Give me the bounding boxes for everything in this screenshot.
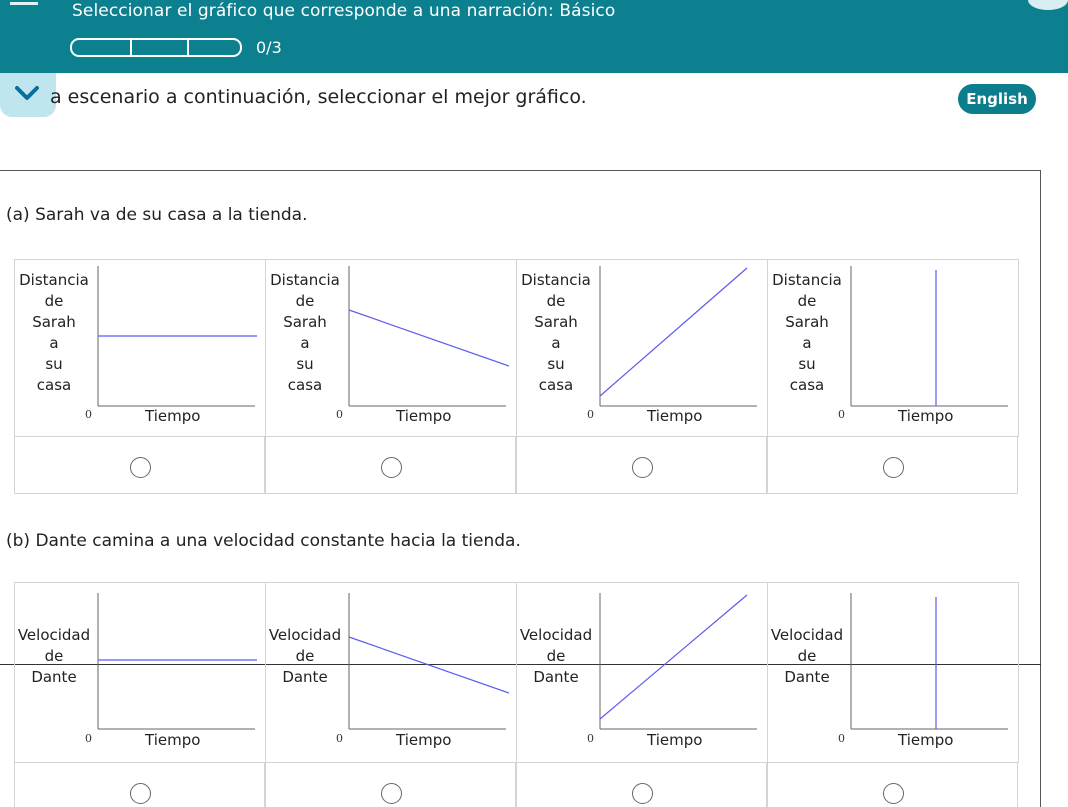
graph-line-increasing <box>599 594 748 720</box>
question-b-graph-options: Velocidad de Dante 0 Tiempo Velocidad de Dante 0… <box>14 582 1068 763</box>
radio-cell-a-4 <box>767 436 1018 494</box>
x-axis-label: Tiempo <box>145 731 201 749</box>
x-axis-label: Tiempo <box>396 407 452 425</box>
origin-label: 0 <box>838 732 845 745</box>
graph-option-a-1[interactable]: Distancia de Sarah a su casa 0 Tiempo <box>14 259 266 437</box>
radio-option-b-1[interactable] <box>130 783 151 804</box>
top-bar: Seleccionar el gráfico que corresponde a… <box>0 0 1068 73</box>
plot-area <box>599 593 757 730</box>
plot-area <box>850 593 1008 730</box>
plot-area <box>850 266 1008 407</box>
radio-option-a-1[interactable] <box>130 457 151 478</box>
x-axis-label: Tiempo <box>145 407 201 425</box>
graph-line-increasing <box>599 267 748 397</box>
graph-option-a-3[interactable]: Distancia de Sarah a su casa 0 Tiempo <box>516 259 768 437</box>
radio-cell-a-2 <box>265 436 516 494</box>
graph-line-decreasing <box>348 309 510 367</box>
radio-cell-b-4 <box>767 762 1018 807</box>
collapse-button[interactable] <box>0 73 56 117</box>
progress-segment-3 <box>187 38 242 57</box>
origin-label: 0 <box>838 408 845 421</box>
corner-decoration <box>1028 0 1068 10</box>
graph-option-b-3[interactable]: Velocidad de Dante 0 Tiempo <box>516 582 768 763</box>
radio-option-a-2[interactable] <box>381 457 402 478</box>
radio-option-b-2[interactable] <box>381 783 402 804</box>
plot-area <box>97 593 257 730</box>
origin-label: 0 <box>587 408 594 421</box>
graph-line-decreasing <box>348 636 510 694</box>
page-title: Seleccionar el gráfico que corresponde a… <box>72 1 616 21</box>
radio-option-b-3[interactable] <box>632 783 653 804</box>
graph-option-b-1[interactable]: Velocidad de Dante 0 Tiempo <box>14 582 266 763</box>
radio-cell-b-3 <box>516 762 767 807</box>
origin-label: 0 <box>336 408 343 421</box>
x-axis-label: Tiempo <box>396 731 452 749</box>
radio-cell-a-3 <box>516 436 767 494</box>
english-button[interactable]: English <box>958 84 1036 114</box>
x-axis-label: Tiempo <box>647 407 703 425</box>
graph-option-a-4[interactable]: Distancia de Sarah a su casa 0 Tiempo <box>767 259 1019 437</box>
chevron-down-icon <box>15 86 39 100</box>
hamburger-icon[interactable] <box>10 2 38 8</box>
origin-label: 0 <box>85 408 92 421</box>
radio-option-b-4[interactable] <box>883 783 904 804</box>
origin-label: 0 <box>587 732 594 745</box>
origin-label: 0 <box>336 732 343 745</box>
radio-cell-a-1 <box>14 436 265 494</box>
question-b-radio-row <box>14 762 1018 807</box>
question-b-prompt: (b) Dante camina a una velocidad constan… <box>6 531 521 551</box>
progress-label: 0/3 <box>256 38 282 57</box>
progress-bar <box>70 38 242 57</box>
question-a-prompt: (a) Sarah va de su casa a la tienda. <box>6 205 308 225</box>
radio-cell-b-2 <box>265 762 516 807</box>
origin-label: 0 <box>85 732 92 745</box>
plot-area <box>348 266 510 407</box>
plot-area <box>348 593 510 730</box>
plot-area <box>97 266 257 407</box>
radio-cell-b-1 <box>14 762 265 807</box>
x-axis-label: Tiempo <box>898 407 954 425</box>
question-a-graph-options: Distancia de Sarah a su casa 0 Tiempo Distancia d… <box>14 259 1068 437</box>
graph-option-b-4[interactable]: Velocidad de Dante 0 Tiempo <box>767 582 1019 763</box>
x-axis-label: Tiempo <box>647 731 703 749</box>
progress-segment-1 <box>70 38 132 57</box>
x-axis-label: Tiempo <box>898 731 954 749</box>
graph-option-b-2[interactable]: Velocidad de Dante 0 Tiempo <box>265 582 517 763</box>
question-a-radio-row <box>14 436 1018 494</box>
progress-segment-2 <box>130 38 189 57</box>
plot-area <box>599 266 757 407</box>
graph-option-a-2[interactable]: Distancia de Sarah a su casa 0 Tiempo <box>265 259 517 437</box>
instruction-text: a escenario a continuación, seleccionar … <box>50 86 587 108</box>
radio-option-a-4[interactable] <box>883 457 904 478</box>
radio-option-a-3[interactable] <box>632 457 653 478</box>
